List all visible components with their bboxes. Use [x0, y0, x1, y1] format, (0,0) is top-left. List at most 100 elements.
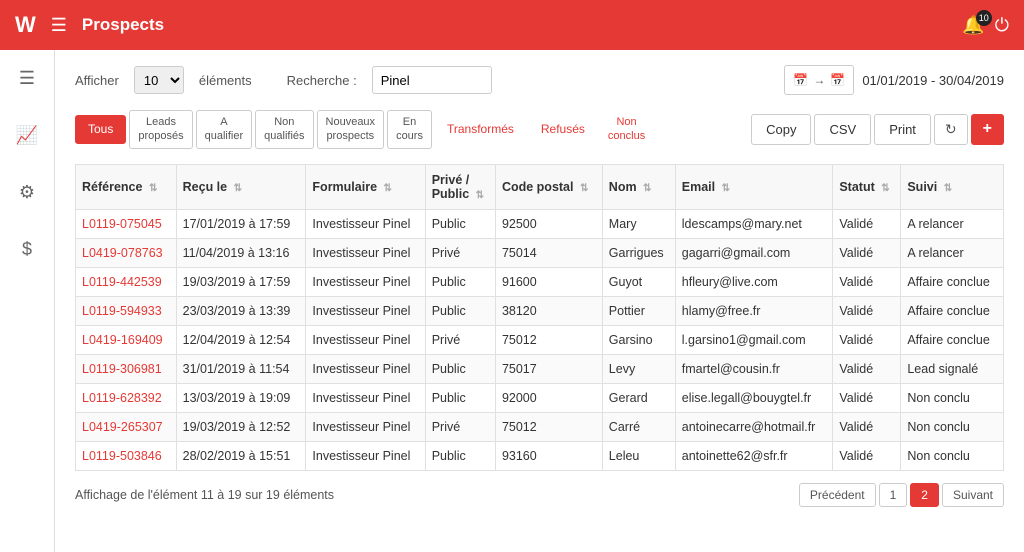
sort-icon-prive-public[interactable]: ⇅ — [476, 190, 484, 201]
cell-code-postal: 38120 — [495, 296, 602, 325]
search-input[interactable] — [372, 66, 492, 94]
pagination-controls: Précédent 1 2 Suivant — [799, 483, 1004, 507]
sort-icon-email[interactable]: ⇅ — [722, 183, 730, 194]
cell-reference: L0119-503846 — [76, 441, 177, 470]
filter-non-qualifies[interactable]: Nonqualifiés — [255, 110, 313, 149]
reference-link[interactable]: L0119-075045 — [82, 217, 162, 231]
cell-code-postal: 75012 — [495, 325, 602, 354]
reference-link[interactable]: L0419-169409 — [82, 333, 163, 347]
table-row: L0419-265307 19/03/2019 à 12:52 Investis… — [76, 412, 1004, 441]
sort-icon-formulaire[interactable]: ⇅ — [384, 183, 392, 194]
refresh-button[interactable]: ↻ — [934, 114, 968, 145]
table-row: L0119-442539 19/03/2019 à 17:59 Investis… — [76, 267, 1004, 296]
sidebar-dollar-icon[interactable]: $ — [14, 231, 40, 268]
filter-transformes[interactable]: Transformés — [435, 116, 526, 144]
filter-non-conclus[interactable]: Nonconclus — [600, 111, 653, 148]
cell-email: hlamy@free.fr — [675, 296, 833, 325]
menu-icon[interactable]: ☰ — [51, 15, 67, 36]
filter-tous[interactable]: Tous — [75, 115, 126, 145]
cell-statut: Validé — [833, 412, 901, 441]
sort-icon-code-postal[interactable]: ⇅ — [580, 183, 588, 194]
reference-link[interactable]: L0119-503846 — [82, 449, 162, 463]
cell-formulaire: Investisseur Pinel — [306, 354, 425, 383]
pagination-info: Affichage de l'élément 11 à 19 sur 19 él… — [75, 488, 334, 502]
col-reference: Référence ⇅ — [76, 164, 177, 209]
sort-icon-reference[interactable]: ⇅ — [149, 183, 157, 194]
cell-prive-public: Public — [425, 383, 495, 412]
cell-suivi: Non conclu — [901, 441, 1004, 470]
add-button[interactable]: + — [971, 114, 1004, 145]
sort-icon-recu-le[interactable]: ⇅ — [234, 183, 242, 194]
cell-recu-le: 19/03/2019 à 17:59 — [176, 267, 306, 296]
sort-icon-nom[interactable]: ⇅ — [643, 183, 651, 194]
table-row: L0119-306981 31/01/2019 à 11:54 Investis… — [76, 354, 1004, 383]
date-range-button[interactable]: 📅 → 📅 — [784, 65, 854, 95]
cell-formulaire: Investisseur Pinel — [306, 412, 425, 441]
cell-recu-le: 31/01/2019 à 11:54 — [176, 354, 306, 383]
sort-icon-suivi[interactable]: ⇅ — [944, 183, 952, 194]
cell-suivi: Non conclu — [901, 412, 1004, 441]
filter-refuses[interactable]: Refusés — [529, 116, 597, 144]
col-code-postal: Code postal ⇅ — [495, 164, 602, 209]
cell-statut: Validé — [833, 209, 901, 238]
filter-en-cours[interactable]: Encours — [387, 110, 432, 149]
topbar-icons: 🔔 10 ⏻ — [962, 15, 1009, 36]
power-icon[interactable]: ⏻ — [995, 15, 1009, 36]
col-nom: Nom ⇅ — [602, 164, 675, 209]
notification-icon[interactable]: 🔔 10 — [962, 15, 984, 36]
cell-prive-public: Privé — [425, 325, 495, 354]
cell-recu-le: 12/04/2019 à 12:54 — [176, 325, 306, 354]
cell-suivi: Affaire conclue — [901, 267, 1004, 296]
print-button[interactable]: Print — [874, 114, 931, 145]
per-page-select[interactable]: 10 25 50 — [134, 66, 184, 94]
cell-formulaire: Investisseur Pinel — [306, 441, 425, 470]
table-row: L0119-075045 17/01/2019 à 17:59 Investis… — [76, 209, 1004, 238]
sidebar-chart-icon[interactable]: 📈 — [8, 117, 46, 154]
col-suivi: Suivi ⇅ — [901, 164, 1004, 209]
cell-statut: Validé — [833, 325, 901, 354]
cell-email: antoinecarre@hotmail.fr — [675, 412, 833, 441]
cell-formulaire: Investisseur Pinel — [306, 383, 425, 412]
layout: ☰ 📈 ⚙ $ Afficher 10 25 50 éléments Reche… — [0, 50, 1024, 552]
cell-nom: Guyot — [602, 267, 675, 296]
cell-prive-public: Public — [425, 209, 495, 238]
filter-nouveaux-prospects[interactable]: Nouveauxprospects — [317, 110, 385, 149]
cell-formulaire: Investisseur Pinel — [306, 238, 425, 267]
cell-reference: L0119-442539 — [76, 267, 177, 296]
controls-row: Afficher 10 25 50 éléments Recherche : 📅… — [75, 65, 1004, 95]
cell-prive-public: Public — [425, 267, 495, 296]
cell-formulaire: Investisseur Pinel — [306, 325, 425, 354]
cell-code-postal: 91600 — [495, 267, 602, 296]
cell-suivi: Affaire conclue — [901, 325, 1004, 354]
cell-formulaire: Investisseur Pinel — [306, 209, 425, 238]
reference-link[interactable]: L0119-594933 — [82, 304, 162, 318]
elements-label: éléments — [199, 73, 252, 88]
cell-reference: L0419-265307 — [76, 412, 177, 441]
reference-link[interactable]: L0119-442539 — [82, 275, 162, 289]
reference-link[interactable]: L0119-628392 — [82, 391, 162, 405]
reference-link[interactable]: L0419-265307 — [82, 420, 163, 434]
cell-nom: Mary — [602, 209, 675, 238]
cell-formulaire: Investisseur Pinel — [306, 296, 425, 325]
cell-email: antoinette62@sfr.fr — [675, 441, 833, 470]
sort-icon-statut[interactable]: ⇅ — [881, 183, 889, 194]
cell-statut: Validé — [833, 267, 901, 296]
cell-email: ldescamps@mary.net — [675, 209, 833, 238]
cell-prive-public: Privé — [425, 412, 495, 441]
csv-button[interactable]: CSV — [814, 114, 871, 145]
cell-prive-public: Public — [425, 354, 495, 383]
page-1-button[interactable]: 1 — [879, 483, 908, 507]
sidebar-list-icon[interactable]: ☰ — [11, 60, 43, 97]
cell-code-postal: 75012 — [495, 412, 602, 441]
next-page-button[interactable]: Suivant — [942, 483, 1004, 507]
copy-button[interactable]: Copy — [751, 114, 811, 145]
page-2-button[interactable]: 2 — [910, 483, 939, 507]
reference-link[interactable]: L0119-306981 — [82, 362, 162, 376]
filter-leads-proposes[interactable]: Leadsproposés — [129, 110, 192, 149]
filter-a-qualifier[interactable]: Aqualifier — [196, 110, 253, 149]
sidebar-gear-icon[interactable]: ⚙ — [11, 174, 43, 211]
cell-suivi: A relancer — [901, 209, 1004, 238]
reference-link[interactable]: L0419-078763 — [82, 246, 163, 260]
cell-email: gagarri@gmail.com — [675, 238, 833, 267]
prev-page-button[interactable]: Précédent — [799, 483, 876, 507]
